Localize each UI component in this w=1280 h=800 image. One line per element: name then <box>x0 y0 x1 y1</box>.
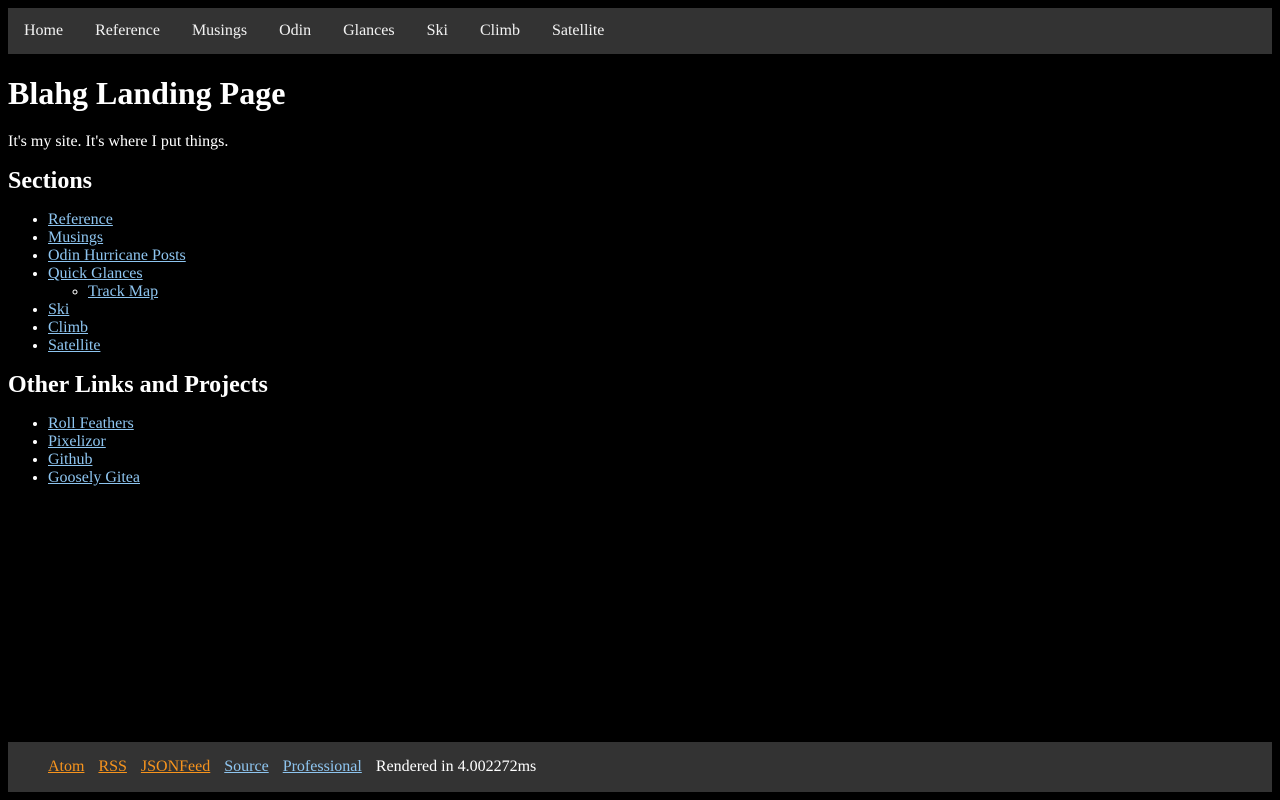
link-ski[interactable]: Ski <box>48 301 69 318</box>
list-item: Atom <box>48 758 84 776</box>
list-item: Rendered in 4.002272ms <box>376 758 536 776</box>
list-item: Track Map <box>88 283 1272 301</box>
link-reference[interactable]: Reference <box>48 211 113 228</box>
link-climb[interactable]: Climb <box>48 319 88 336</box>
list-item: Satellite <box>48 337 1272 355</box>
list-item: Source <box>224 758 268 776</box>
other-links-list: Roll Feathers Pixelizor Github Goosely G… <box>8 415 1272 487</box>
footer-rss-link[interactable]: RSS <box>98 758 126 775</box>
list-item: Quick Glances Track Map <box>48 265 1272 301</box>
quick-glances-sublist: Track Map <box>48 283 1272 301</box>
nav-glances[interactable]: Glances <box>327 8 411 54</box>
list-item: Professional <box>283 758 362 776</box>
list-item: JSONFeed <box>141 758 210 776</box>
list-item: Goosely Gitea <box>48 469 1272 487</box>
page: Home Reference Musings Odin Glances Ski … <box>0 0 1280 800</box>
sections-heading: Sections <box>8 168 92 194</box>
other-links-heading: Other Links and Projects <box>8 372 268 398</box>
nav-satellite[interactable]: Satellite <box>536 8 620 54</box>
page-title: Blahg Landing Page <box>8 75 286 111</box>
list-item: Reference <box>48 211 1272 229</box>
intro-text: It's my site. It's where I put things. <box>8 133 229 150</box>
link-roll-feathers[interactable]: Roll Feathers <box>48 415 134 432</box>
list-item: RSS <box>98 758 126 776</box>
link-satellite[interactable]: Satellite <box>48 337 100 354</box>
render-time-text: Rendered in 4.002272ms <box>375 758 537 775</box>
list-item: Github <box>48 451 1272 469</box>
link-quick-glances[interactable]: Quick Glances <box>48 265 143 282</box>
link-goosely-gitea[interactable]: Goosely Gitea <box>48 469 140 486</box>
footer-jsonfeed-link[interactable]: JSONFeed <box>141 758 210 775</box>
list-item: Ski <box>48 301 1272 319</box>
list-item: Musings <box>48 229 1272 247</box>
link-musings[interactable]: Musings <box>48 229 103 246</box>
nav-climb[interactable]: Climb <box>464 8 536 54</box>
footer-professional-link[interactable]: Professional <box>283 758 362 775</box>
link-odin-hurricane-posts[interactable]: Odin Hurricane Posts <box>48 247 186 264</box>
footer: Atom RSS JSONFeed Source Professional Re… <box>8 742 1272 792</box>
nav-odin[interactable]: Odin <box>263 8 327 54</box>
nav-reference[interactable]: Reference <box>79 8 176 54</box>
list-item: Climb <box>48 319 1272 337</box>
footer-links: Atom RSS JSONFeed Source Professional Re… <box>8 742 1272 792</box>
footer-source-link[interactable]: Source <box>224 758 268 775</box>
list-item: Roll Feathers <box>48 415 1272 433</box>
nav-home[interactable]: Home <box>8 8 79 54</box>
sections-list: Reference Musings Odin Hurricane Posts Q… <box>8 211 1272 355</box>
nav-musings[interactable]: Musings <box>176 8 263 54</box>
footer-atom-link[interactable]: Atom <box>48 758 84 775</box>
link-pixelizor[interactable]: Pixelizor <box>48 433 106 450</box>
nav-ski[interactable]: Ski <box>411 8 464 54</box>
list-item: Pixelizor <box>48 433 1272 451</box>
link-github[interactable]: Github <box>48 451 92 468</box>
list-item: Odin Hurricane Posts <box>48 247 1272 265</box>
link-track-map[interactable]: Track Map <box>88 283 158 300</box>
top-navigation: Home Reference Musings Odin Glances Ski … <box>8 8 1272 54</box>
